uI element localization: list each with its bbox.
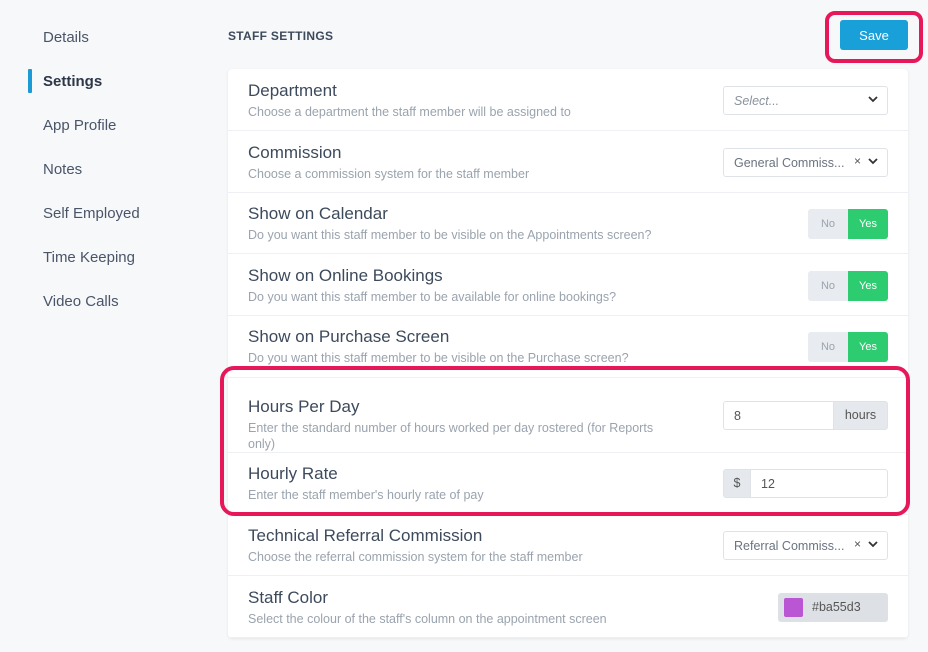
rate-title: Hourly Rate [248, 464, 338, 483]
referral-desc: Choose the referral commission system fo… [248, 550, 583, 564]
color-value: #ba55d3 [812, 600, 861, 614]
department-select-value: Select... [734, 94, 780, 108]
chevron-down-icon [868, 158, 878, 165]
hours-desc-line2: only) [248, 437, 276, 451]
staff-color-desc: Select the colour of the staff's column … [248, 612, 607, 626]
page-title: STAFF SETTINGS [228, 29, 334, 43]
referral-title: Technical Referral Commission [248, 526, 483, 545]
calendar-toggle-no[interactable]: No [808, 209, 848, 239]
sidebar-item-self-employed[interactable]: Self Employed [43, 205, 140, 223]
calendar-row: Show on Calendar Do you want this staff … [228, 193, 908, 254]
purchase-toggle-no[interactable]: No [808, 332, 848, 362]
department-title: Department [248, 81, 337, 100]
sidebar: Details Settings App Profile Notes Self … [0, 0, 200, 652]
hours-input[interactable] [723, 401, 833, 430]
purchase-title: Show on Purchase Screen [248, 327, 450, 346]
purchase-toggle-yes[interactable]: Yes [848, 332, 888, 362]
calendar-title: Show on Calendar [248, 204, 388, 223]
purchase-toggle[interactable]: No Yes [808, 332, 888, 362]
referral-select-value: Referral Commiss... [734, 539, 845, 553]
hours-desc-line1: Enter the standard number of hours worke… [248, 421, 654, 435]
calendar-toggle[interactable]: No Yes [808, 209, 888, 239]
online-bookings-toggle-no[interactable]: No [808, 271, 848, 301]
commission-desc: Choose a commission system for the staff… [248, 167, 530, 181]
online-bookings-toggle[interactable]: No Yes [808, 271, 888, 301]
rate-desc: Enter the staff member's hourly rate of … [248, 488, 484, 502]
save-button[interactable]: Save [840, 20, 908, 50]
hours-unit-addon: hours [833, 401, 888, 430]
sidebar-item-video-calls[interactable]: Video Calls [43, 293, 119, 311]
hours-title: Hours Per Day [248, 397, 360, 416]
commission-title: Commission [248, 143, 342, 162]
chevron-down-icon [868, 96, 878, 103]
referral-row: Technical Referral Commission Choose the… [228, 515, 908, 576]
hourly-rate-input[interactable] [751, 469, 888, 498]
department-row: Department Choose a department the staff… [228, 69, 908, 131]
commission-select-value: General Commiss... [734, 156, 845, 170]
calendar-desc: Do you want this staff member to be visi… [248, 228, 652, 242]
clear-icon[interactable]: × [854, 154, 861, 168]
sidebar-item-settings[interactable]: Settings [43, 73, 102, 91]
sidebar-item-notes[interactable]: Notes [43, 161, 82, 179]
commission-row: Commission Choose a commission system fo… [228, 131, 908, 193]
online-bookings-desc: Do you want this staff member to be avai… [248, 290, 617, 304]
clear-icon[interactable]: × [854, 537, 861, 551]
color-picker[interactable]: #ba55d3 [778, 593, 888, 622]
referral-select[interactable]: Referral Commiss... × [723, 531, 888, 560]
staff-color-title: Staff Color [248, 588, 329, 607]
purchase-desc: Do you want this staff member to be visi… [248, 351, 629, 365]
online-bookings-row: Show on Online Bookings Do you want this… [228, 254, 908, 316]
department-select[interactable]: Select... [723, 86, 888, 115]
online-bookings-title: Show on Online Bookings [248, 266, 443, 285]
color-swatch[interactable] [784, 598, 803, 617]
department-desc: Choose a department the staff member wil… [248, 105, 571, 119]
sidebar-item-app-profile[interactable]: App Profile [43, 117, 116, 135]
chevron-down-icon [868, 541, 878, 548]
commission-select[interactable]: General Commiss... × [723, 148, 888, 177]
sidebar-item-details[interactable]: Details [43, 29, 89, 47]
settings-card: Department Choose a department the staff… [228, 69, 908, 638]
online-bookings-toggle-yes[interactable]: Yes [848, 271, 888, 301]
currency-addon: $ [723, 469, 751, 498]
sidebar-item-time-keeping[interactable]: Time Keeping [43, 249, 135, 267]
active-nav-indicator [28, 69, 32, 93]
calendar-toggle-yes[interactable]: Yes [848, 209, 888, 239]
purchase-row: Show on Purchase Screen Do you want this… [228, 316, 908, 378]
